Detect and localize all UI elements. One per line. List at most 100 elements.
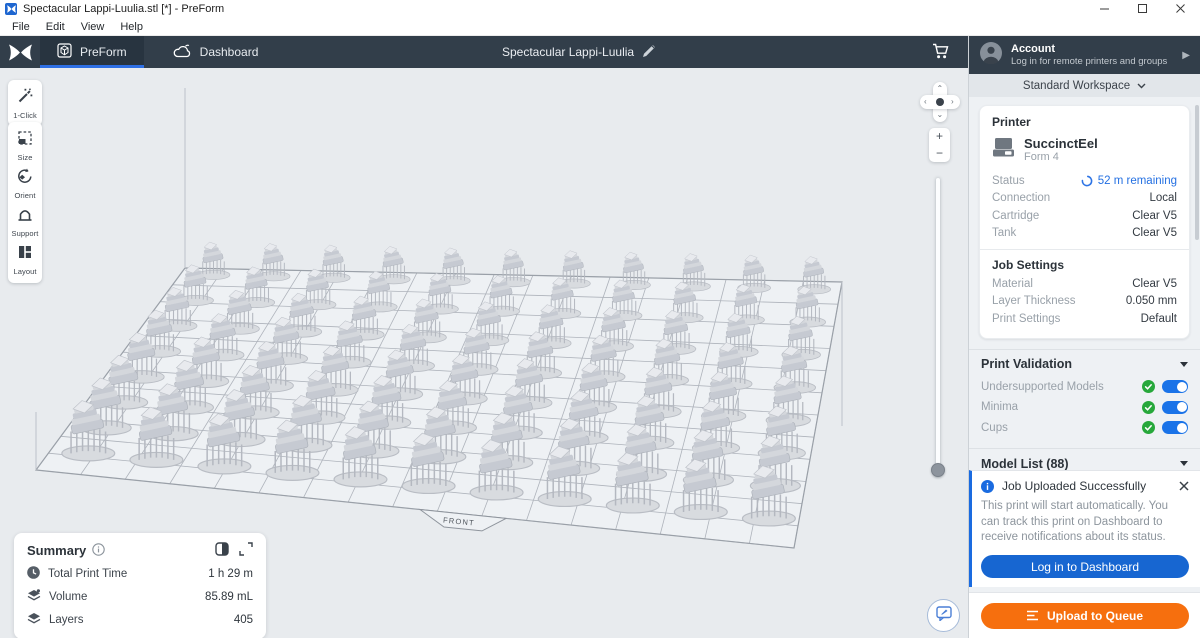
sidebar: Account Log in for remote printers and g… (968, 36, 1200, 638)
feedback-button[interactable] (927, 599, 960, 632)
zoom-out-button[interactable]: − (936, 146, 943, 160)
printer-status-row: Status 52 m remaining (992, 172, 1177, 190)
magic-wand-icon (17, 88, 33, 109)
summary-panel: Summary Total Print Time 1 h 29 m Volume… (14, 533, 266, 638)
layer-thickness-row: Layer Thickness 0.050 mm (992, 293, 1177, 311)
collapse-triangle-icon (1180, 461, 1188, 466)
summary-row-layers: Layers 405 (27, 612, 253, 628)
menu-help[interactable]: Help (112, 21, 151, 33)
tool-orient[interactable]: Orient (8, 168, 42, 200)
queue-icon (1027, 610, 1038, 621)
printer-card: Printer SuccinctEel Form 4 Status 52 m r… (979, 105, 1190, 339)
size-icon (17, 130, 33, 151)
material-row: Material Clear V5 (992, 275, 1177, 293)
minimize-button[interactable] (1086, 0, 1124, 18)
summary-value: 1 h 29 m (208, 568, 253, 580)
tab-dashboard-label: Dashboard (199, 45, 259, 59)
zoom-controls: + − (929, 128, 950, 162)
transform-tool-card: Size Orient Support Layout (8, 122, 42, 283)
menu-view[interactable]: View (73, 21, 113, 33)
menubar: File Edit View Help (0, 18, 1200, 36)
pan-up-icon[interactable]: ⌃ (937, 85, 944, 93)
row-label: Material (992, 277, 1033, 290)
print-validation-section: Print Validation Undersupported Models M… (969, 348, 1200, 443)
print-settings-row: Print Settings Default (992, 310, 1177, 328)
row-label: Layer Thickness (992, 295, 1076, 308)
chevron-right-icon: ▶ (1182, 49, 1190, 61)
summary-title: Summary (27, 543, 87, 558)
summary-label: Total Print Time (48, 568, 128, 580)
check-pass-icon (1142, 380, 1155, 394)
account-subtitle: Log in for remote printers and groups (1011, 56, 1168, 67)
tool-one-click[interactable]: 1-Click (8, 88, 42, 120)
sidebar-panels: Printer SuccinctEel Form 4 Status 52 m r… (969, 97, 1200, 470)
window-title: Spectacular Lappi-Luulia.stl [*] - PreFo… (23, 3, 225, 15)
spinner-icon (1081, 175, 1093, 187)
tab-preform[interactable]: PreForm (40, 36, 144, 68)
printer-section-title: Printer (992, 115, 1031, 129)
tab-dashboard[interactable]: Dashboard (156, 36, 276, 68)
account-section[interactable]: Account Log in for remote printers and g… (969, 36, 1200, 74)
zoom-in-button[interactable]: + (936, 129, 943, 143)
edit-job-title-icon[interactable] (643, 44, 656, 60)
formlabs-logo-icon (0, 36, 40, 68)
close-notification-icon[interactable] (1179, 481, 1189, 491)
model-list-title: Model List (88) (981, 456, 1069, 471)
status-value: 52 m remaining (1097, 174, 1177, 187)
menu-edit[interactable]: Edit (38, 21, 73, 33)
notification-title: Job Uploaded Successfully (1002, 479, 1147, 494)
view-center-dot[interactable] (936, 98, 944, 106)
view-dpad[interactable]: ⌃ ⌄ ‹ › (920, 82, 960, 122)
sidebar-scrollbar[interactable] (1195, 105, 1199, 240)
row-value: 0.050 mm (1125, 295, 1177, 308)
summary-value: 85.89 mL (205, 591, 253, 603)
one-click-tool-card: 1-Click (8, 80, 42, 126)
toggle-on[interactable] (1162, 400, 1188, 414)
info-icon (981, 479, 994, 493)
tool-support[interactable]: Support (8, 206, 42, 238)
maximize-button[interactable] (1124, 0, 1162, 18)
viewport-3d[interactable]: FRONT 1-Click Size Orient Support Layout… (0, 68, 968, 638)
summary-value: 405 (233, 614, 253, 626)
job-title: Spectacular Lappi-Luulia (502, 45, 635, 59)
printer-cartridge-row: Cartridge Clear V5 (992, 207, 1177, 225)
support-arch-icon (17, 206, 33, 227)
app-icon (5, 3, 17, 15)
job-settings-title: Job Settings (992, 258, 1065, 272)
row-value: Clear V5 (1132, 277, 1177, 290)
row-label: Print Settings (992, 312, 1061, 325)
model-list-header[interactable]: Model List (88) (981, 451, 1188, 470)
tool-one-click-label: 1-Click (13, 111, 37, 120)
expand-corners-icon[interactable] (239, 542, 253, 559)
pan-down-icon[interactable]: ⌄ (937, 111, 944, 119)
upload-to-queue-button[interactable]: Upload to Queue (980, 602, 1189, 629)
toggle-on[interactable] (1162, 380, 1188, 394)
upload-strip: Upload to Queue (969, 592, 1200, 638)
check-pass-icon (1142, 400, 1155, 414)
notification-body: This print will start automatically. You… (981, 500, 1169, 544)
login-dashboard-button[interactable]: Log in to Dashboard (981, 555, 1189, 578)
tool-size[interactable]: Size (8, 130, 42, 162)
row-label: Undersupported Models (981, 380, 1104, 393)
workspace-label: Standard Workspace (1022, 79, 1131, 92)
pan-left-icon[interactable]: ‹ (924, 98, 927, 106)
tool-size-label: Size (17, 153, 33, 162)
toggle-on[interactable] (1162, 421, 1188, 435)
print-validation-header[interactable]: Print Validation (981, 352, 1188, 377)
layer-slider-handle[interactable] (931, 463, 945, 477)
clock-icon (27, 566, 40, 582)
pan-right-icon[interactable]: › (951, 98, 954, 106)
menu-file[interactable]: File (4, 21, 38, 33)
row-value: Clear V5 (1132, 209, 1177, 222)
cart-icon[interactable] (932, 43, 950, 65)
close-button[interactable] (1162, 0, 1200, 18)
avatar (980, 41, 1002, 69)
cloud-icon (173, 44, 192, 61)
printer-connection-row: Connection Local (992, 190, 1177, 208)
slice-view-icon[interactable] (215, 542, 229, 559)
tool-layout[interactable]: Layout (8, 244, 42, 276)
row-label: Tank (992, 227, 1017, 240)
info-outline-icon[interactable] (92, 542, 105, 559)
workspace-selector[interactable]: Standard Workspace (969, 74, 1200, 97)
layer-slider-track[interactable] (936, 178, 940, 476)
